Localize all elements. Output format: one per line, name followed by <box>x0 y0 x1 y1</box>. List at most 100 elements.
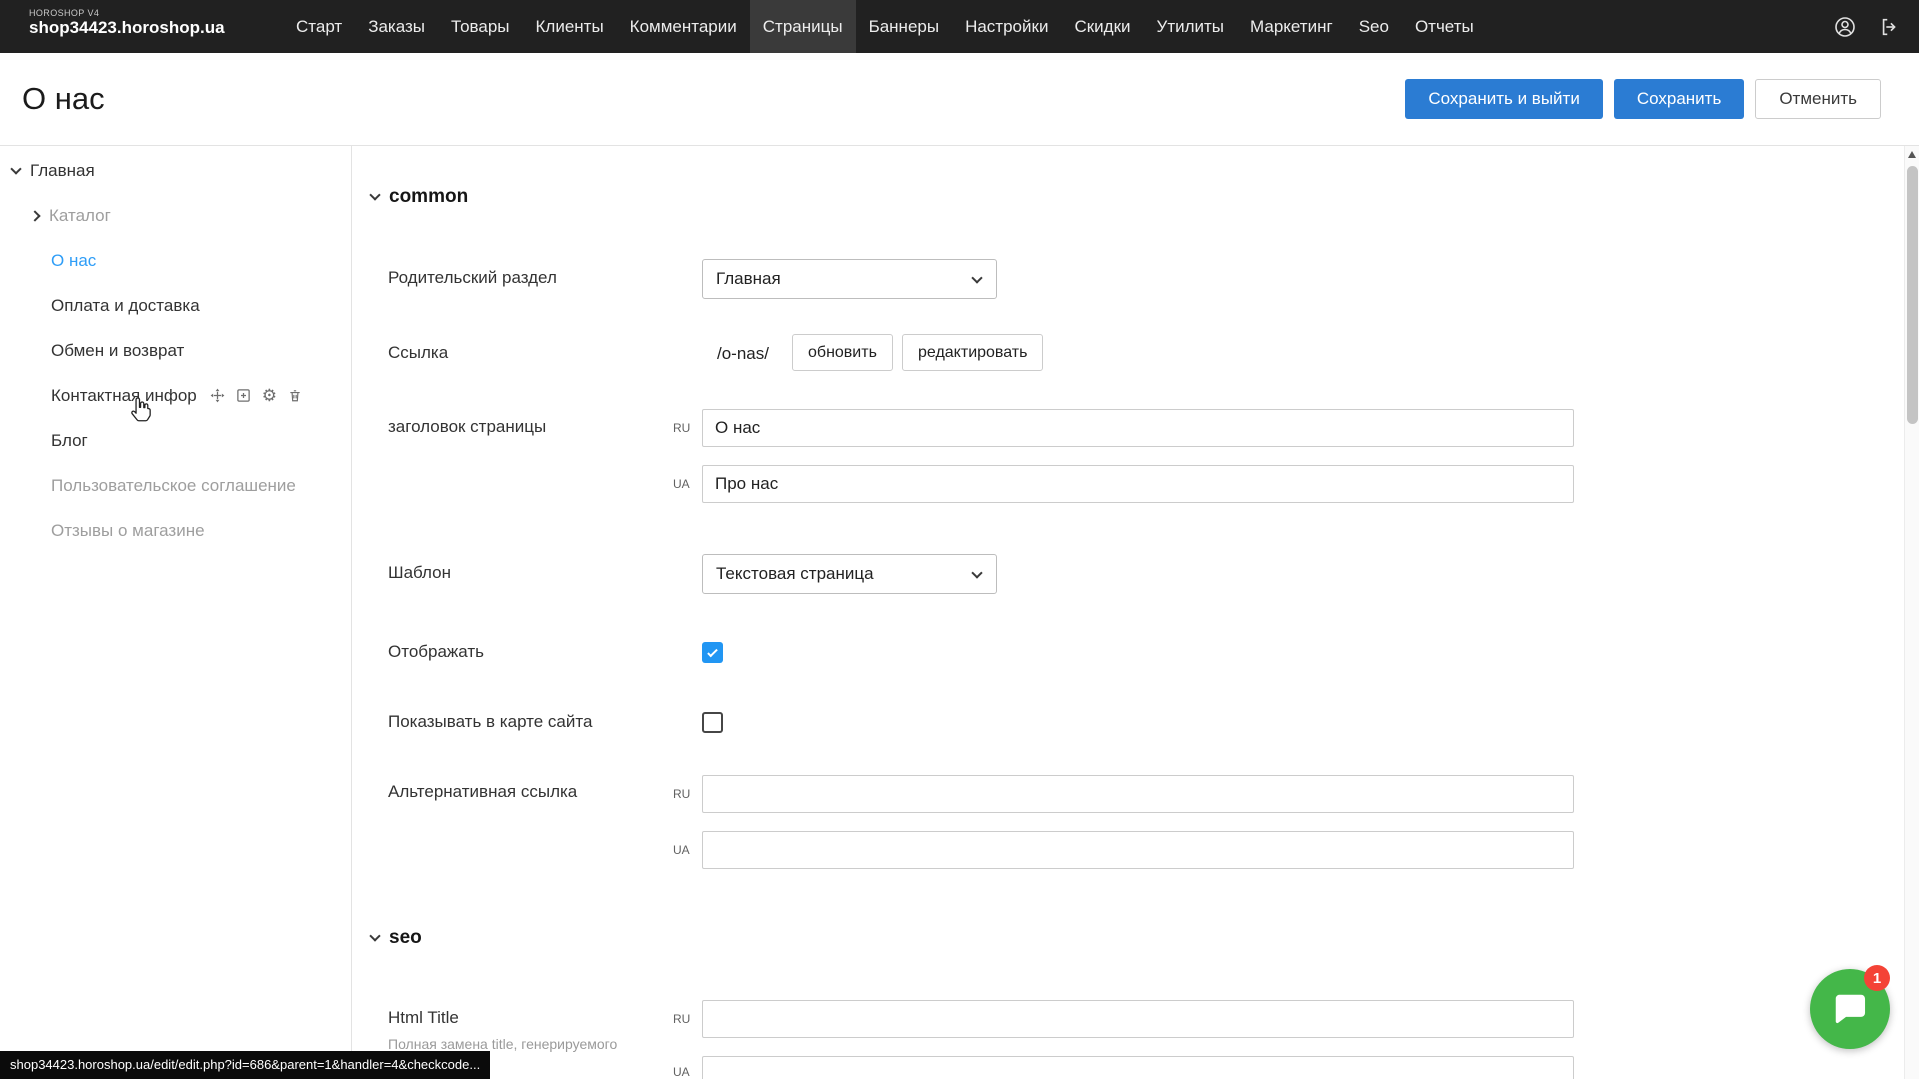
sidebar-item-label: Отзывы о магазине <box>51 521 205 541</box>
add-page-icon[interactable] <box>236 388 251 403</box>
chat-bubble-icon <box>1831 990 1869 1028</box>
user-icon[interactable] <box>1833 15 1857 39</box>
menu-item-clients[interactable]: Клиенты <box>523 0 617 53</box>
sidebar-item-label: Каталог <box>49 206 111 226</box>
link-label: Ссылка <box>388 343 448 363</box>
sidebar-item-label: Блог <box>51 431 88 451</box>
chevron-down-icon <box>369 930 380 941</box>
html-title-ru-input[interactable] <box>702 1000 1574 1038</box>
section-seo-header[interactable]: seo <box>371 927 422 949</box>
gear-icon[interactable]: ⚙ <box>262 388 277 403</box>
scrollbar-thumb[interactable] <box>1907 166 1918 424</box>
menu-item-marketing[interactable]: Маркетинг <box>1237 0 1346 53</box>
chevron-down-icon <box>971 272 982 283</box>
sitemap-checkbox[interactable] <box>702 712 723 733</box>
menu-item-reports[interactable]: Отчеты <box>1402 0 1487 53</box>
parent-section-select[interactable]: Главная <box>702 259 997 299</box>
sidebar-item-label: Главная <box>30 161 95 181</box>
sidebar-item-contacts[interactable]: Контактная инфор ⚙ <box>0 373 351 418</box>
template-value: Текстовая страница <box>716 564 874 584</box>
trash-icon[interactable] <box>288 388 302 403</box>
menu-item-settings[interactable]: Настройки <box>952 0 1061 53</box>
brand-version: HOROSHOP V4 <box>29 8 225 18</box>
menu-item-discounts[interactable]: Скидки <box>1061 0 1143 53</box>
check-icon <box>707 646 718 657</box>
sidebar-item-label: Пользовательское соглашение <box>51 476 296 496</box>
section-common-header[interactable]: common <box>371 186 468 208</box>
menu-item-utilities[interactable]: Утилиты <box>1144 0 1238 53</box>
chevron-down-icon <box>369 189 380 200</box>
header-buttons: Сохранить и выйти Сохранить Отменить <box>1405 79 1881 119</box>
link-path: /o-nas/ <box>717 344 769 364</box>
brand[interactable]: HOROSHOP V4 shop34423.horoshop.ua <box>29 8 225 38</box>
move-icon[interactable] <box>210 388 225 403</box>
sidebar-item-terms[interactable]: Пользовательское соглашение <box>0 463 351 508</box>
cancel-button[interactable]: Отменить <box>1755 79 1881 119</box>
sidebar-item-payment-delivery[interactable]: Оплата и доставка <box>0 283 351 328</box>
html-title-ua-input[interactable] <box>702 1056 1574 1079</box>
sidebar-item-label: Оплата и доставка <box>51 296 200 316</box>
page-tree-sidebar: Главная Каталог О нас Оплата и доставка … <box>0 146 352 1079</box>
section-common-label: common <box>389 186 468 208</box>
logout-icon[interactable] <box>1879 16 1901 38</box>
chat-unread-badge: 1 <box>1864 965 1890 991</box>
tree-row-actions: ⚙ <box>210 388 302 403</box>
topbar-icons <box>1833 0 1901 53</box>
link-refresh-button[interactable]: обновить <box>792 334 893 371</box>
html-title-hint: Полная замена title, генерируемого <box>388 1036 617 1052</box>
topbar: HOROSHOP V4 shop34423.horoshop.ua Старт … <box>0 0 1919 53</box>
chevron-down-icon <box>971 567 982 578</box>
sidebar-item-blog[interactable]: Блог <box>0 418 351 463</box>
page-heading-label: заголовок страницы <box>388 417 546 437</box>
chevron-down-icon <box>10 163 21 174</box>
lang-badge-ru: RU <box>673 422 697 434</box>
template-select[interactable]: Текстовая страница <box>702 554 997 594</box>
lang-badge-ru: RU <box>673 788 697 800</box>
status-url-text: shop34423.horoshop.ua/edit/edit.php?id=6… <box>10 1057 480 1072</box>
sidebar-item-label: О нас <box>51 251 96 271</box>
menu-item-pages[interactable]: Страницы <box>750 0 856 53</box>
lang-badge-ru: RU <box>673 1013 697 1025</box>
link-edit-button[interactable]: редактировать <box>902 334 1043 371</box>
page-heading-ua-input[interactable] <box>702 465 1574 503</box>
menu-item-orders[interactable]: Заказы <box>355 0 438 53</box>
lang-badge-ua: UA <box>673 844 697 856</box>
sidebar-item-about[interactable]: О нас <box>0 238 351 283</box>
html-title-label: Html Title <box>388 1008 459 1028</box>
alt-link-ru-input[interactable] <box>702 775 1574 813</box>
menu-item-banners[interactable]: Баннеры <box>856 0 953 53</box>
lang-badge-ua: UA <box>673 478 697 490</box>
alt-link-ua-input[interactable] <box>702 831 1574 869</box>
scrollbar[interactable] <box>1904 146 1919 1079</box>
sidebar-item-catalog[interactable]: Каталог <box>0 193 351 238</box>
lang-badge-ua: UA <box>673 1066 697 1078</box>
chevron-right-icon <box>29 210 40 221</box>
display-label: Отображать <box>388 642 484 662</box>
sitemap-label: Показывать в карте сайта <box>388 712 592 732</box>
page-edit-form: common Родительский раздел Главная Ссылк… <box>353 146 1904 1079</box>
save-button[interactable]: Сохранить <box>1614 79 1744 119</box>
page-heading-ru-input[interactable] <box>702 409 1574 447</box>
sidebar-item-label: Контактная инфор <box>51 386 197 406</box>
scroll-up-arrow-icon[interactable] <box>1908 151 1916 158</box>
menu-item-seo[interactable]: Seo <box>1346 0 1402 53</box>
status-url-tooltip: shop34423.horoshop.ua/edit/edit.php?id=6… <box>0 1051 490 1079</box>
display-checkbox[interactable] <box>702 642 723 663</box>
page-header: О нас Сохранить и выйти Сохранить Отмени… <box>0 53 1919 146</box>
alt-link-label: Альтернативная ссылка <box>388 782 577 802</box>
parent-section-label: Родительский раздел <box>388 268 557 288</box>
save-exit-button[interactable]: Сохранить и выйти <box>1405 79 1602 119</box>
chat-launcher-button[interactable]: 1 <box>1810 969 1890 1049</box>
page-title: О нас <box>22 81 105 117</box>
brand-domain: shop34423.horoshop.ua <box>29 18 225 38</box>
menu-item-products[interactable]: Товары <box>438 0 522 53</box>
sidebar-item-exchange-return[interactable]: Обмен и возврат <box>0 328 351 373</box>
sidebar-item-store-reviews[interactable]: Отзывы о магазине <box>0 508 351 553</box>
menu-item-comments[interactable]: Комментарии <box>617 0 750 53</box>
parent-section-value: Главная <box>716 269 781 289</box>
main-menu: Старт Заказы Товары Клиенты Комментарии … <box>283 0 1487 53</box>
section-seo-label: seo <box>389 927 422 949</box>
cursor-pointer-icon <box>128 396 154 429</box>
menu-item-start[interactable]: Старт <box>283 0 355 53</box>
sidebar-item-home[interactable]: Главная <box>0 148 351 193</box>
